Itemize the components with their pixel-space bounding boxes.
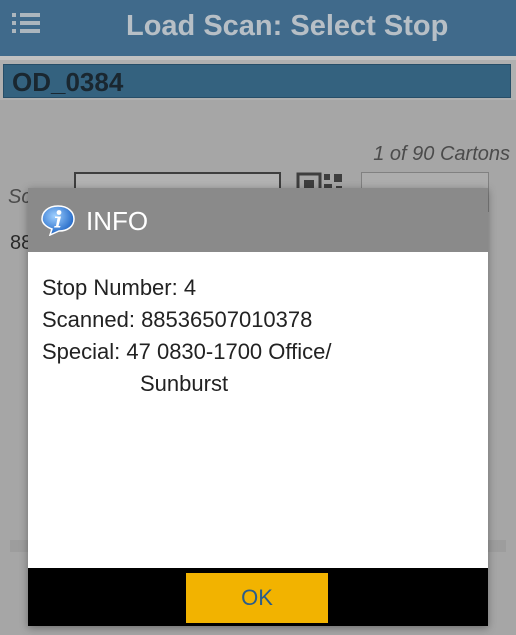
stop-number-line: Stop Number: 4 — [42, 275, 197, 300]
info-icon — [41, 205, 75, 236]
dialog-title: INFO — [86, 206, 149, 236]
special-line-continued: Sunburst — [140, 371, 229, 396]
special-line: Special: 47 0830-1700 Office/ — [42, 339, 332, 364]
ok-button[interactable]: OK — [186, 573, 328, 623]
scanned-line: Scanned: 88536507010378 — [42, 307, 313, 332]
dialog-header: INFO — [28, 188, 488, 252]
dialog-footer: OK — [28, 568, 488, 626]
screen: Load Scan: Select Stop OD_0384 1 of 90 C… — [0, 0, 516, 635]
dialog-body: Stop Number: 4 Scanned: 88536507010378 S… — [42, 272, 474, 400]
info-dialog: INFO Stop Number: 4 Scanned: 88536507010… — [28, 188, 488, 626]
